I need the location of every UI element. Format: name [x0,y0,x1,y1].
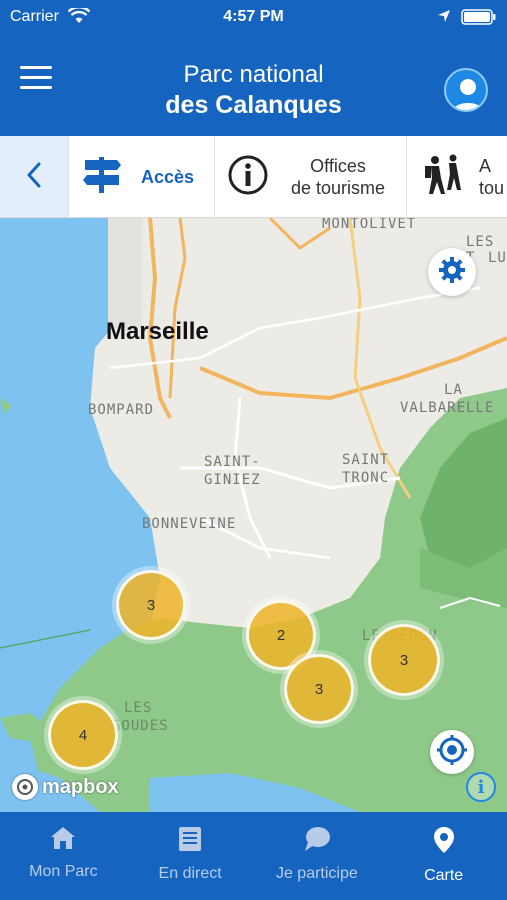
page-title: Parc national des Calanques [0,60,507,120]
home-icon [50,826,76,855]
tab-je-participe[interactable]: Je participe [254,812,381,900]
category-offices-label-1: Offices [310,156,366,176]
tab-en-direct[interactable]: En direct [127,812,254,900]
place-la-valbarelle-1: LA [444,382,463,398]
place-saint-tronc-2: TRONC [342,470,390,486]
place-les-trois-lucs-2: LU [488,250,507,266]
category-acces-label: Accès [141,167,195,187]
crosshair-icon [436,734,468,771]
tab-en-direct-label: En direct [158,865,222,882]
category-acces[interactable]: Accès [68,136,214,217]
mapbox-label: mapbox [42,775,119,798]
category-offices-tourisme[interactable]: Offices de tourisme [214,136,406,217]
marker-cluster[interactable]: 4 [48,700,118,770]
place-saint-tronc-1: SAINT [342,452,390,468]
attribution-info-button[interactable]: i [466,772,496,802]
place-saint-giniez-2: GINIEZ [204,472,261,488]
map-pin-icon [433,826,455,859]
category-activites[interactable]: A tou [406,136,507,217]
place-bonneveine: BONNEVEINE [142,516,237,532]
category-bar: Accès Offices de tourisme A tou [0,136,507,218]
place-les-goudes-1: LES [124,700,153,716]
battery-icon [461,9,497,30]
marker-cluster[interactable]: 3 [116,570,186,640]
map-settings-button[interactable] [428,248,476,296]
hikers-icon [419,154,463,201]
place-la-valbarelle-2: VALBARELLE [400,400,495,416]
locate-me-button[interactable] [430,730,474,774]
location-arrow-icon [437,9,451,28]
news-icon [178,826,202,857]
mapbox-logo[interactable]: mapbox [12,772,119,802]
info-circle-icon [227,154,269,201]
category-offices-label-2: de tourisme [291,178,386,198]
status-bar: Carrier 4:57 PM [0,0,507,34]
info-icon: i [477,776,485,798]
category-activites-label: A tou [479,155,504,199]
tab-mon-parc-label: Mon Parc [29,863,98,880]
title-line-1: Parc national [183,61,324,88]
category-offices-label: Offices de tourisme [291,155,385,199]
map-view[interactable]: MONTOLIVET LES T LU Marseille BOMPARD LA… [0,218,507,812]
category-activites-label-2: tou [479,178,505,198]
signpost-icon [81,155,123,200]
app-header: Parc national des Calanques [0,34,507,136]
place-marseille: Marseille [106,318,209,345]
place-les-goudes-2: GOUDES [112,718,169,734]
title-line-2: des Calanques [165,91,342,119]
tab-carte[interactable]: Carte [380,812,507,900]
category-activites-label-1: A [479,156,492,176]
chat-bubble-icon [303,826,331,857]
place-saint-giniez-1: SAINT- [204,454,261,470]
tab-carte-label: Carte [424,867,464,884]
place-montolivet: MONTOLIVET [322,218,417,232]
tab-mon-parc[interactable]: Mon Parc [0,812,127,900]
clock: 4:57 PM [223,8,284,25]
bottom-tab-bar: Mon Parc En direct Je participe Carte [0,812,507,900]
place-bompard: BOMPARD [88,402,155,418]
user-avatar-icon[interactable] [444,68,488,112]
chevron-left-icon [26,162,42,193]
mapbox-icon [12,774,38,800]
category-back-button[interactable] [0,136,68,217]
marker-cluster[interactable]: 3 [284,654,354,724]
gear-icon [437,255,467,290]
marker-cluster[interactable]: 3 [368,624,440,696]
tab-je-participe-label: Je participe [275,865,358,882]
